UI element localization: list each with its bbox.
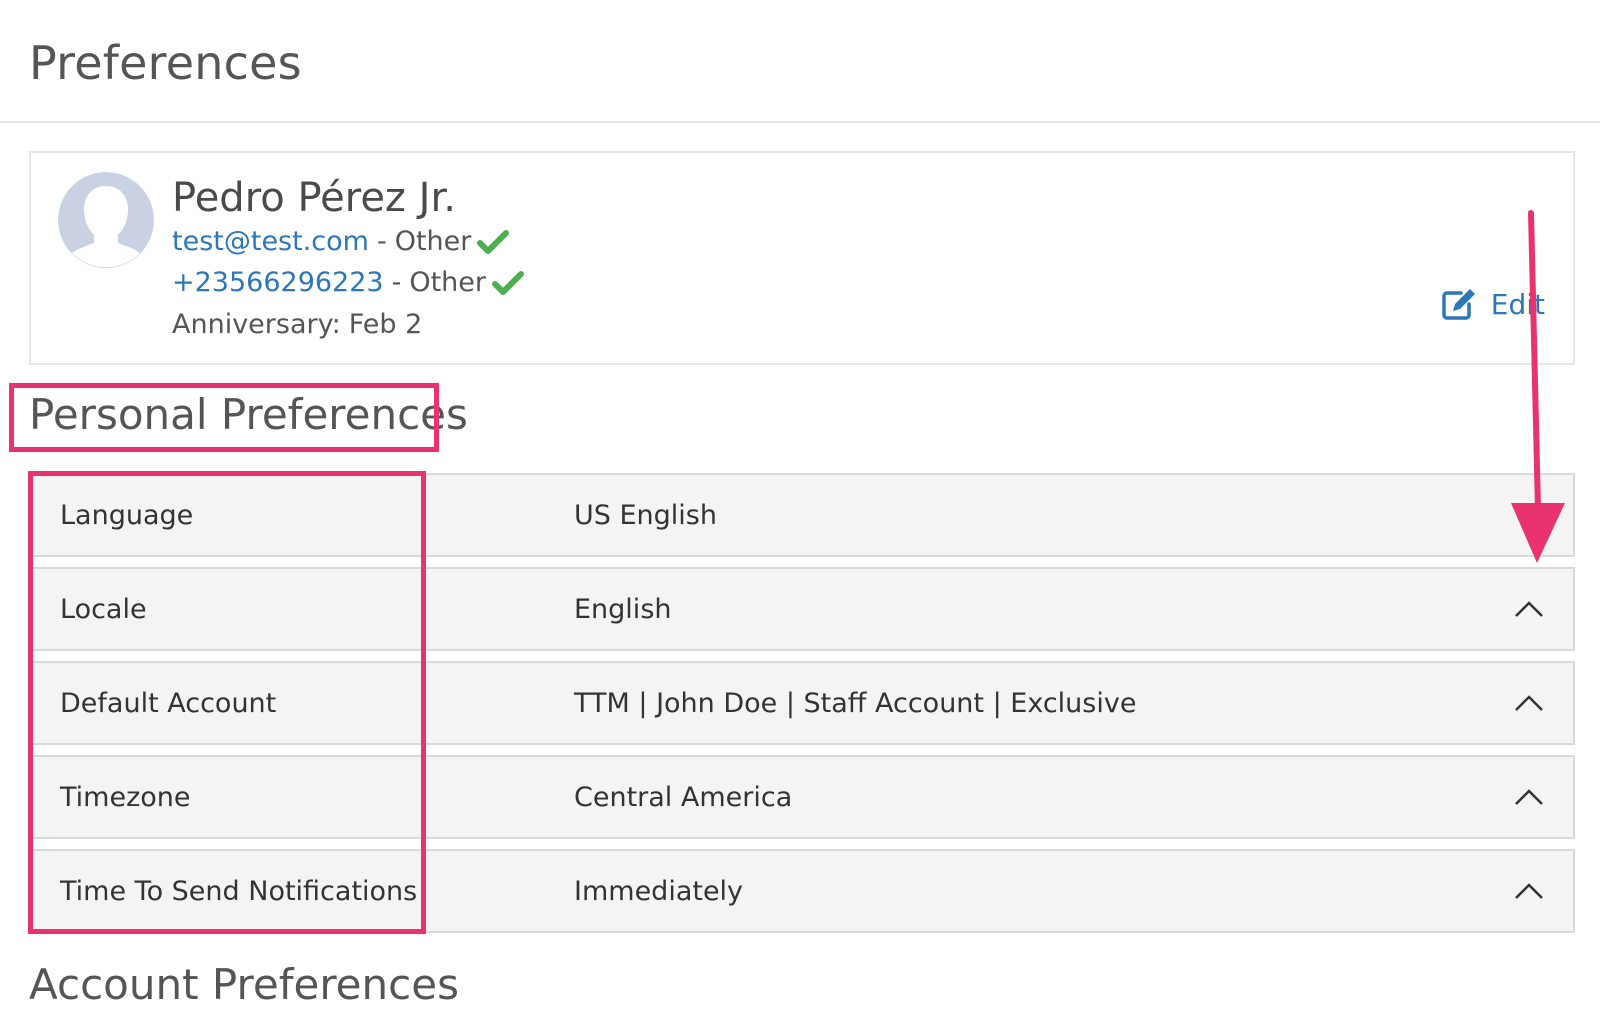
pref-label-locale: Locale [60,593,147,625]
avatar [58,172,154,268]
anniversary-value: Feb 2 [348,309,423,340]
user-name: Pedro Pérez Jr. [172,175,456,221]
phone-separator: - [391,267,402,298]
pref-value-notification-time: Immediately [574,875,744,907]
pref-value-default-account: TTM | John Doe | Staff Account | Exclusi… [574,687,1137,719]
page-header: Preferences [0,0,1600,123]
account-preferences-title: Account Preferences [29,960,459,1009]
profile-card: Pedro Pérez Jr. test@test.com - Other +2… [29,151,1575,365]
pref-row-default-account[interactable]: Default Account TTM | John Doe | Staff A… [29,661,1575,745]
edit-label: Edit [1490,287,1545,321]
edit-profile-button[interactable]: Edit [1441,287,1545,321]
pref-row-language[interactable]: Language US English [29,473,1575,557]
phone-type: Other [409,267,487,298]
pref-label-timezone: Timezone [60,781,191,813]
email-type: Other [394,226,472,257]
pref-row-notification-time[interactable]: Time To Send Notifications Immediately [29,849,1575,933]
pref-value-locale: English [574,593,672,625]
preferences-page: Preferences Pedro Pérez Jr. test@test.co… [0,0,1600,1028]
pref-value-language: US English [574,499,717,531]
page-title: Preferences [29,36,302,90]
edit-icon [1442,289,1475,320]
personal-preferences-title: Personal Preferences [29,390,468,439]
anniversary-label: Anniversary: [172,309,341,340]
chevron-up-icon[interactable] [1513,599,1545,619]
email-separator: - [376,226,387,257]
email-link[interactable]: test@test.com [172,226,369,257]
email-line: test@test.com - Other [172,226,510,257]
pref-row-timezone[interactable]: Timezone Central America [29,755,1575,839]
avatar-silhouette-icon [58,172,154,268]
email-verified-check-icon [477,229,510,254]
pref-row-locale[interactable]: Locale English [29,567,1575,651]
chevron-up-icon[interactable] [1513,693,1545,713]
phone-verified-check-icon [492,270,525,295]
chevron-up-icon[interactable] [1513,881,1545,901]
phone-link[interactable]: +23566296223 [172,267,384,298]
anniversary: Anniversary: Feb 2 [172,309,422,340]
pref-label-notification-time: Time To Send Notifications [60,875,418,907]
phone-line: +23566296223 - Other [172,267,525,298]
pref-label-default-account: Default Account [60,687,277,719]
pref-label-language: Language [60,499,194,531]
chevron-up-icon[interactable] [1513,787,1545,807]
pref-value-timezone: Central America [574,781,793,813]
